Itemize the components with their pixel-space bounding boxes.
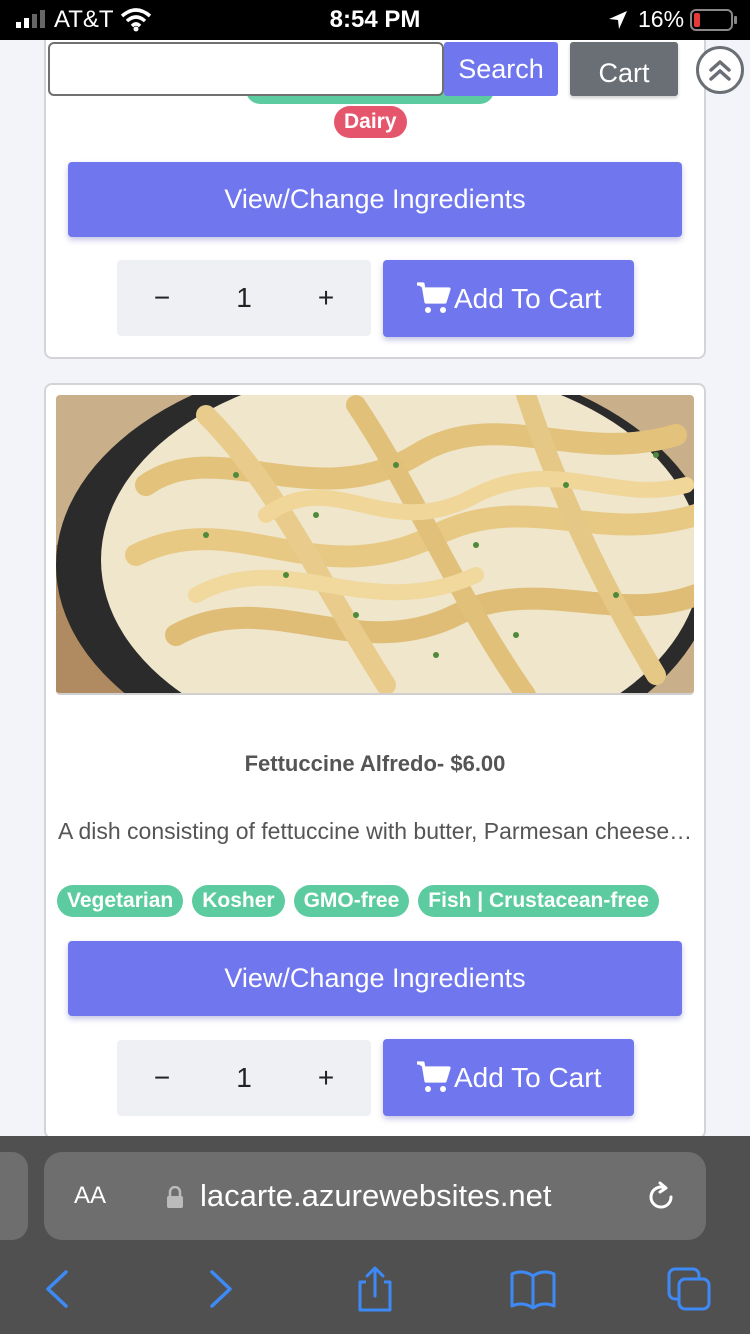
battery-icon	[690, 9, 737, 31]
url-text[interactable]: lacarte.azurewebsites.net	[200, 1152, 552, 1240]
lock-icon	[167, 1186, 183, 1208]
status-bar: AT&T 8:54 PM 16%	[0, 0, 750, 40]
quantity-stepper: − 1 +	[117, 1040, 371, 1116]
quantity-value[interactable]: 1	[217, 1040, 271, 1116]
add-to-cart-label: Add To Cart	[454, 283, 602, 314]
view-change-ingredients-button[interactable]: View/Change Ingredients	[68, 162, 682, 237]
tabs-icon[interactable]	[666, 1266, 712, 1312]
dietary-tags: Vegetarian Kosher GMO-free Fish | Crustacea…	[57, 885, 702, 917]
forward-icon[interactable]	[196, 1266, 242, 1312]
tag-dairy: Dairy	[334, 106, 407, 138]
scroll-to-top-button[interactable]	[696, 46, 744, 94]
share-icon[interactable]	[352, 1266, 398, 1312]
tag-kosher: Kosher	[192, 885, 285, 917]
search-button[interactable]: Search	[444, 42, 558, 96]
decrement-button[interactable]: −	[137, 1040, 187, 1116]
cart-button[interactable]: Cart	[570, 42, 678, 96]
cart-icon	[417, 282, 451, 313]
cart-icon	[417, 1061, 451, 1092]
menu-item-card: Fettuccine Alfredo- $6.00 A dish consist…	[44, 383, 706, 1139]
decrement-button[interactable]: −	[137, 260, 187, 336]
browser-toolbar: AA lacarte.azurewebsites.net	[0, 1136, 750, 1334]
tag-vegetarian: Vegetarian	[57, 885, 184, 917]
add-to-cart-button[interactable]: Add To Cart	[383, 260, 634, 337]
location-icon	[609, 11, 627, 29]
tag-fish-crustacean-free: Fish | Crustacean-free	[418, 885, 659, 917]
back-icon[interactable]	[36, 1266, 82, 1312]
quantity-stepper: − 1 +	[117, 260, 371, 336]
battery-percent: 16%	[638, 6, 685, 32]
view-change-ingredients-button[interactable]: View/Change Ingredients	[68, 941, 682, 1016]
add-to-cart-button[interactable]: Add To Cart	[383, 1039, 634, 1116]
dish-description: A dish consisting of fettuccine with but…	[58, 818, 698, 844]
page: { "status_bar": { "carrier": "AT&T", "ti…	[0, 0, 750, 1334]
chevron-double-up-icon	[709, 60, 731, 81]
increment-button[interactable]: +	[301, 1040, 351, 1116]
increment-button[interactable]: +	[301, 260, 351, 336]
dish-image	[56, 395, 694, 695]
bookmarks-icon[interactable]	[510, 1266, 556, 1312]
reader-settings-button[interactable]: AA	[74, 1152, 106, 1240]
previous-tab-preview[interactable]	[0, 1152, 28, 1240]
search-input[interactable]	[48, 42, 444, 96]
address-bar[interactable]: AA lacarte.azurewebsites.net	[44, 1152, 706, 1240]
tag-gmo-free: GMO-free	[293, 885, 410, 917]
reload-icon[interactable]	[644, 1180, 678, 1214]
quantity-value[interactable]: 1	[217, 260, 271, 336]
dish-title: Fettuccine Alfredo- $6.00	[244, 751, 506, 776]
add-to-cart-label: Add To Cart	[454, 1062, 602, 1093]
